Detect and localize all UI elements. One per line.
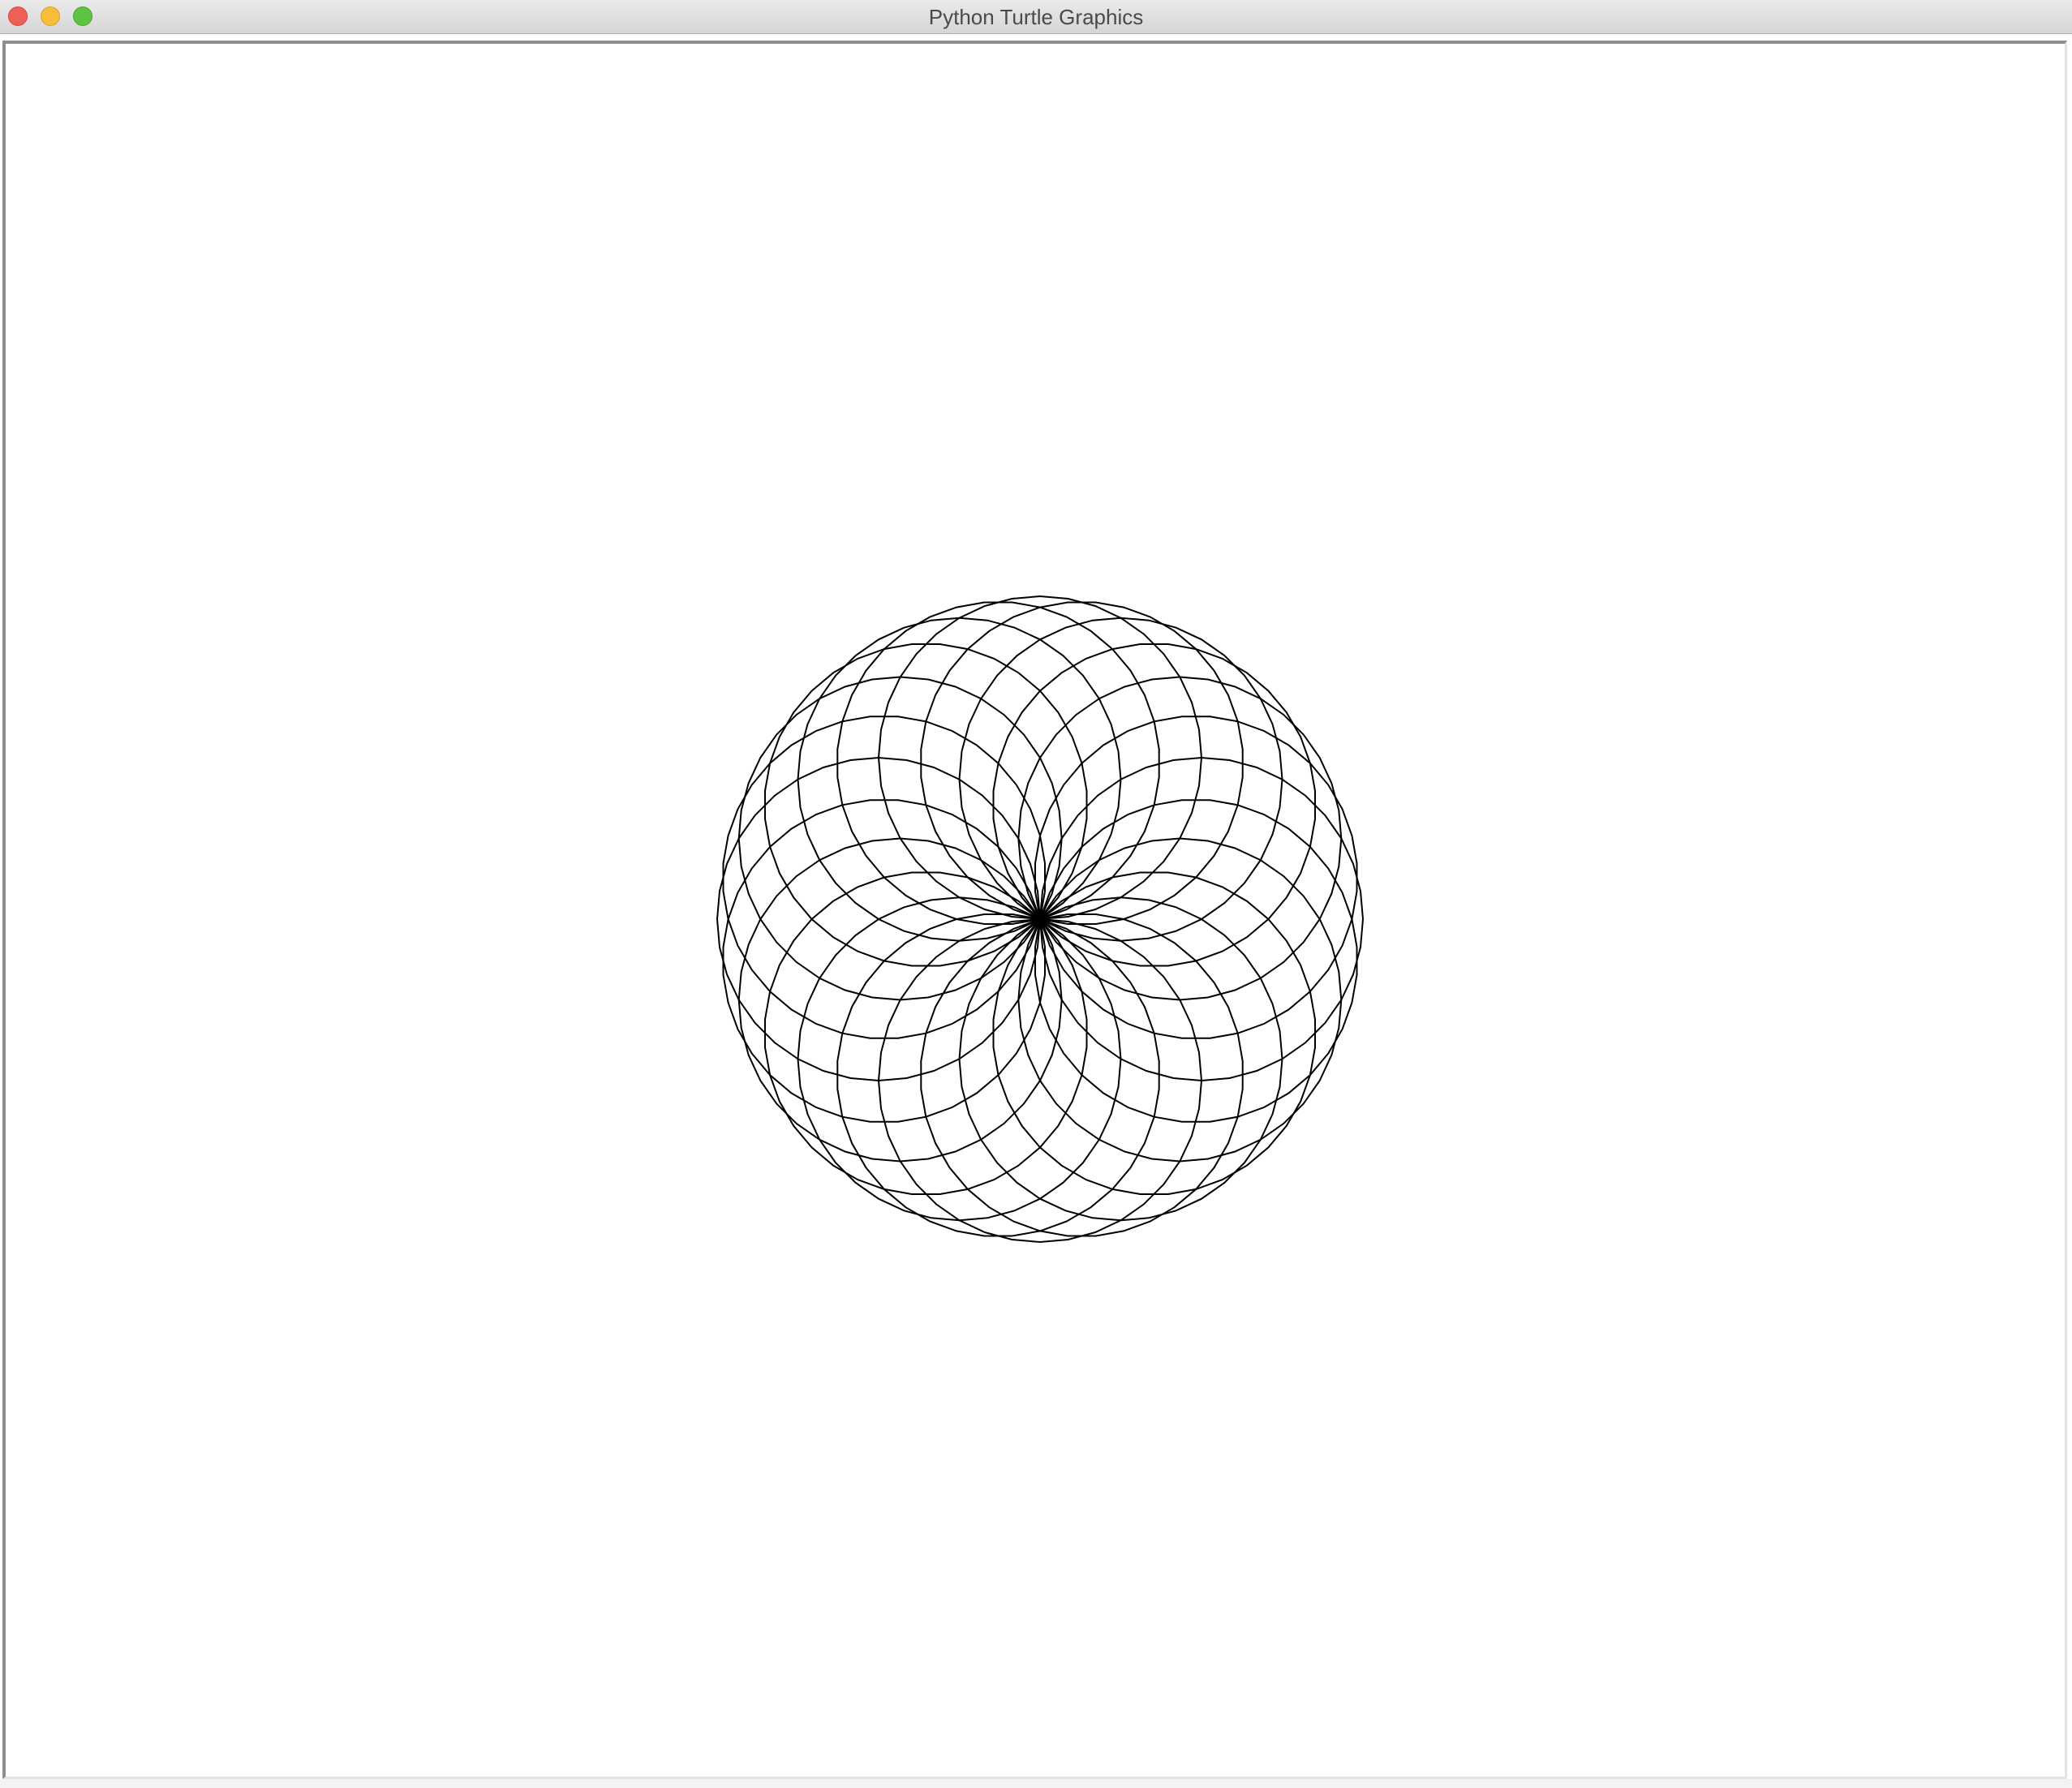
turtle-window: Python Turtle Graphics — [0, 0, 2072, 1788]
title-bar[interactable]: Python Turtle Graphics — [0, 0, 2072, 34]
window-title: Python Turtle Graphics — [928, 5, 1144, 29]
window-bottom-edge — [0, 1779, 2072, 1788]
spirograph-drawing — [716, 595, 1365, 1244]
turtle-canvas[interactable] — [2, 41, 2067, 1779]
